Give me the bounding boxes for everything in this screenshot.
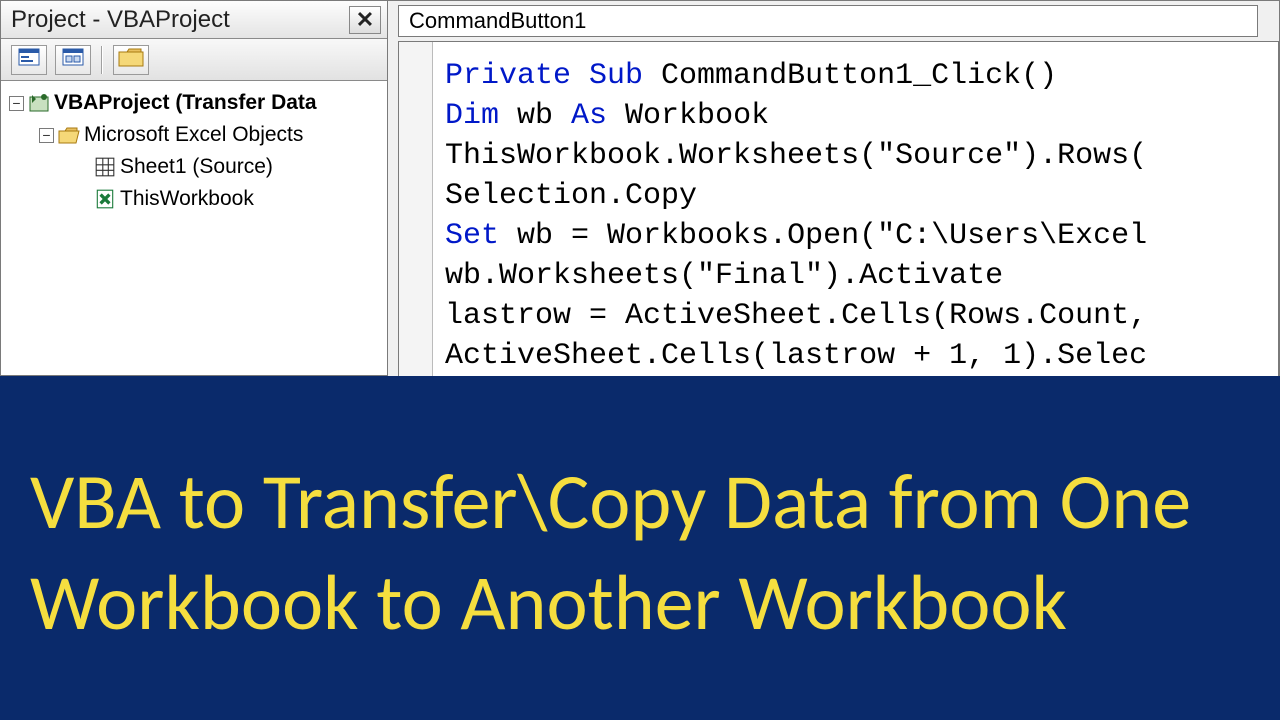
object-dropdown-value: CommandButton1 [409, 8, 586, 34]
tree-root-label: VBAProject (Transfer Data [54, 91, 317, 115]
view-code-icon [18, 48, 40, 71]
folder-icon [117, 46, 145, 73]
project-explorer-toolbar [1, 39, 387, 81]
folder-open-icon [58, 125, 80, 145]
view-object-icon [62, 48, 84, 71]
project-explorer-title: Project - VBAProject [11, 6, 349, 34]
worksheet-icon [94, 157, 116, 177]
tree-thisworkbook-row[interactable]: ThisWorkbook [5, 183, 383, 215]
object-dropdown-bar: CommandButton1 [388, 1, 1279, 41]
editor-top-region: Project - VBAProject ✕ [0, 0, 1280, 376]
code-area[interactable]: Private Sub CommandButton1_Click() Dim w… [398, 41, 1279, 385]
banner-text: VBA to Transfer\Copy Data from One Workb… [30, 451, 1250, 654]
project-tree[interactable]: − VBAProject (Transfer Data − Microsoft … [1, 81, 387, 375]
tree-folder-row[interactable]: − Microsoft Excel Objects [5, 119, 383, 151]
toolbar-separator [101, 46, 103, 74]
close-button[interactable]: ✕ [349, 6, 381, 34]
vbaproject-icon [28, 93, 50, 113]
collapse-icon[interactable]: − [39, 128, 54, 143]
code-gutter [399, 42, 433, 384]
project-explorer-titlebar: Project - VBAProject ✕ [1, 1, 387, 39]
thisworkbook-icon [94, 189, 116, 209]
toggle-folders-button[interactable] [113, 45, 149, 75]
object-dropdown[interactable]: CommandButton1 [398, 5, 1258, 37]
view-object-button[interactable] [55, 45, 91, 75]
close-icon: ✕ [356, 9, 374, 31]
tree-thisworkbook-label: ThisWorkbook [120, 187, 254, 211]
tree-root-row[interactable]: − VBAProject (Transfer Data [5, 87, 383, 119]
collapse-icon[interactable]: − [9, 96, 24, 111]
code-text[interactable]: Private Sub CommandButton1_Click() Dim w… [433, 42, 1278, 384]
project-explorer-pane: Project - VBAProject ✕ [0, 0, 388, 376]
tree-sheet-label: Sheet1 (Source) [120, 155, 273, 179]
view-code-button[interactable] [11, 45, 47, 75]
tree-folder-label: Microsoft Excel Objects [84, 123, 303, 147]
title-banner: VBA to Transfer\Copy Data from One Workb… [0, 376, 1280, 720]
code-pane: CommandButton1 Private Sub CommandButton… [388, 0, 1280, 376]
tree-sheet-row[interactable]: Sheet1 (Source) [5, 151, 383, 183]
